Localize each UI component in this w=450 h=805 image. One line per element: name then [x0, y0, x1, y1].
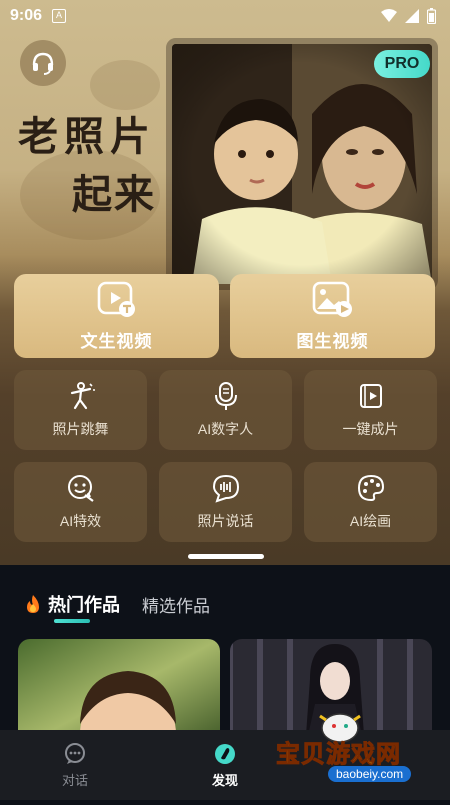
- discover-icon: [215, 743, 235, 764]
- video-book-icon: [359, 384, 382, 408]
- tab-hot-works[interactable]: 热门作品: [24, 591, 120, 617]
- photo-dance-button[interactable]: 照片跳舞: [14, 370, 147, 450]
- ai-effects-label: AI特效: [59, 513, 102, 529]
- nav-chat[interactable]: 对话: [0, 730, 150, 800]
- signal-icon: [405, 9, 419, 23]
- drag-handle[interactable]: [188, 554, 264, 559]
- photo-talk-button[interactable]: 照片说话: [159, 462, 292, 542]
- ai-digital-human-button[interactable]: AI数字人: [159, 370, 292, 450]
- text-to-video-label: 文生视频: [80, 331, 153, 351]
- image-to-video-icon: [312, 281, 352, 317]
- tab-selected-works[interactable]: 精选作品: [142, 592, 210, 617]
- image-to-video-button[interactable]: 图生视频: [230, 274, 435, 358]
- text-to-video-button[interactable]: 文生视频: [14, 274, 219, 358]
- palette-icon: [357, 474, 384, 502]
- notification-badge: A: [52, 9, 67, 23]
- image-to-video-label: 图生视频: [296, 331, 369, 351]
- dance-icon: [70, 382, 95, 410]
- watermark: 宝贝游戏网 baobeiy.com: [276, 700, 450, 800]
- tab-indicator: [54, 619, 90, 623]
- chat-icon: [65, 742, 85, 764]
- nav-chat-label: 对话: [61, 772, 88, 788]
- effect-face-icon: [67, 475, 94, 502]
- nav-discover-label: 发现: [211, 772, 238, 788]
- ai-digital-human-label: AI数字人: [197, 421, 254, 437]
- wifi-icon: [381, 9, 397, 22]
- hero-title-line2: 起来: [72, 171, 156, 218]
- watermark-url: baobeiy.com: [328, 766, 412, 782]
- ai-painting-button[interactable]: AI绘画: [304, 462, 437, 542]
- watermark-title: 宝贝游戏网: [276, 741, 401, 769]
- talking-icon: [212, 474, 239, 503]
- status-time: 9:06: [10, 7, 43, 24]
- battery-icon: [427, 8, 436, 24]
- microphone-icon: [214, 382, 237, 410]
- photo-talk-label: 照片说话: [197, 513, 254, 529]
- status-bar: 9:06 A: [0, 0, 450, 32]
- ai-effects-button[interactable]: AI特效: [14, 462, 147, 542]
- ai-painting-label: AI绘画: [349, 513, 392, 529]
- photo-dance-label: 照片跳舞: [52, 421, 109, 437]
- headset-icon: [32, 52, 54, 75]
- one-click-video-label: 一键成片: [342, 421, 399, 437]
- customer-service-button[interactable]: [20, 40, 66, 86]
- tab-hot-label: 热门作品: [48, 595, 120, 615]
- one-click-video-button[interactable]: 一键成片: [304, 370, 437, 450]
- hero-title-line1: 老照片: [18, 113, 156, 160]
- fire-icon: [27, 595, 39, 613]
- pro-badge[interactable]: PRO: [374, 50, 430, 78]
- hero-photo-image: [172, 44, 432, 284]
- hero-old-photo: [172, 44, 432, 284]
- text-to-video-icon: [97, 281, 135, 317]
